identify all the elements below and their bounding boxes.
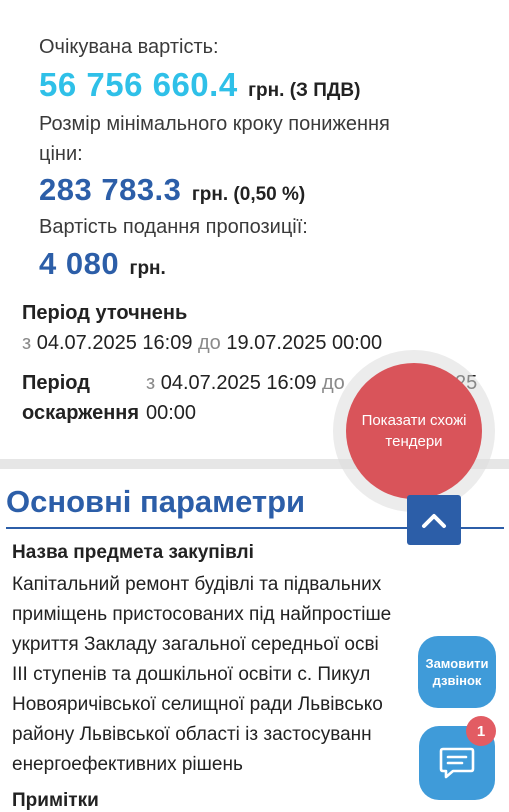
- from-word: з: [146, 372, 156, 394]
- subject-label: Назва предмета закупівлі: [12, 542, 254, 563]
- min-step-label-cont: ціни:: [39, 143, 83, 165]
- chevron-up-icon: [422, 514, 446, 528]
- chat-icon: [439, 747, 475, 779]
- submission-cost-row: 4 080 грн.: [39, 246, 166, 282]
- submission-cost-unit: грн.: [129, 258, 166, 279]
- chat-badge: 1: [466, 716, 496, 746]
- subject-text: Капітальний ремонт будівлі та підвальних…: [12, 574, 392, 775]
- clarification-period-dates: з 04.07.2025 16:09 до 19.07.2025 00:00: [22, 332, 382, 355]
- min-step-amount: 283 783.3: [39, 172, 182, 207]
- submission-cost-amount: 4 080: [39, 246, 120, 281]
- section-title: Основні параметри: [6, 484, 306, 519]
- clarification-from-date: 04.07.2025 16:09: [36, 332, 193, 354]
- min-step-unit: грн. (0,50 %): [191, 184, 306, 205]
- submission-cost-label: Вартість подання пропозиції:: [39, 216, 308, 238]
- order-call-button[interactable]: Замовити дзвінок: [418, 636, 496, 708]
- scroll-up-button[interactable]: [407, 495, 461, 545]
- appeal-to-time: 00:00: [146, 402, 197, 424]
- min-step-row: 283 783.3 грн. (0,50 %): [39, 172, 305, 208]
- expected-value-row: 56 756 660.4 грн. (З ПДВ): [39, 66, 360, 104]
- appeal-period-title-cont: оскарження: [22, 402, 140, 424]
- clarification-to-date: 19.07.2025 00:00: [226, 332, 383, 354]
- clarification-period-title: Період уточнень: [22, 302, 188, 324]
- expected-value-label: Очікувана вартість:: [39, 36, 219, 58]
- similar-tenders-button[interactable]: Показати схожі тендери: [346, 363, 482, 499]
- next-field-label: Примітки: [12, 790, 99, 811]
- to-word: до: [198, 332, 221, 354]
- from-word: з: [22, 332, 32, 354]
- expected-value-unit: грн. (З ПДВ): [248, 80, 361, 101]
- appeal-period-title: Період: [22, 372, 90, 394]
- to-word: до: [322, 372, 345, 394]
- expected-value-amount: 56 756 660.4: [39, 66, 238, 103]
- min-step-label: Розмір мінімального кроку пониження: [39, 113, 390, 135]
- appeal-from-date: 04.07.2025 16:09: [160, 372, 317, 394]
- appeal-period-from: з 04.07.2025 16:09 до: [146, 372, 345, 395]
